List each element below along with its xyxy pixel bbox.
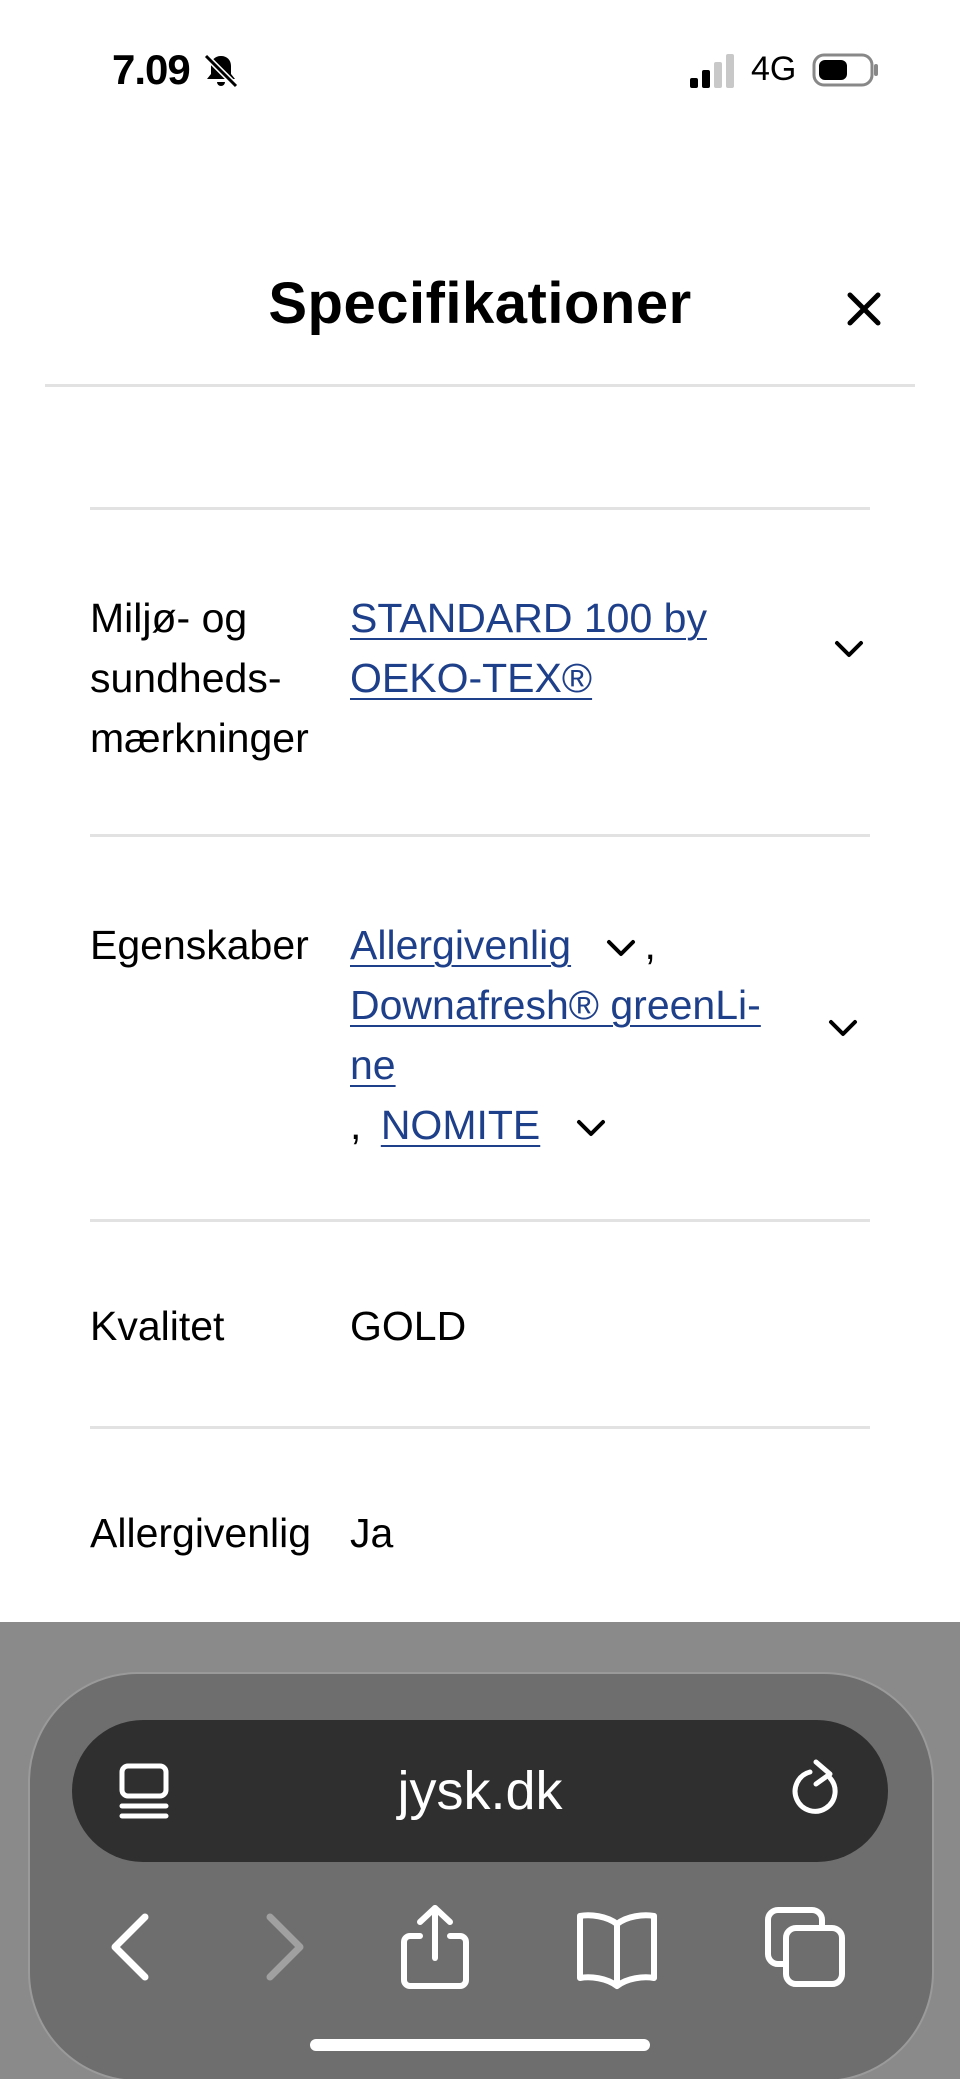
oeko-tex-link[interactable]: STANDARD 100 by [350,595,707,641]
spec-label-eco-labels: Miljø- og sundheds- mærkninger [90,588,340,768]
tabs-icon[interactable] [760,1902,850,1992]
status-bar: 7.09 4G [0,0,960,140]
label-line: mærkninger [90,715,309,761]
network-label: 4G [751,50,797,88]
address-bar[interactable]: jysk.dk [72,1720,888,1862]
spec-row-quality: Kvalitet GOLD [90,1219,870,1426]
nomite-link[interactable]: NOMITE [381,1102,540,1148]
label-line: sundheds- [90,655,282,701]
back-icon[interactable] [85,1902,175,1992]
close-icon[interactable] [840,285,888,333]
bell-slash-icon [203,53,239,89]
spec-value-properties: Allergivenlig , Downafresh® greenLi- ne … [350,915,820,1155]
spec-value-eco-labels: STANDARD 100 by OEKO-TEX® [350,588,707,708]
spec-label-properties: Egenskaber [90,922,309,968]
signal-icon [690,54,734,88]
spec-row-allergy-friendly: Allergivenlig Ja [90,1426,870,1633]
sheet-header: Specifikationer [45,245,915,387]
reload-icon[interactable] [786,1756,846,1822]
browser-chrome: jysk.dk [0,1622,960,2079]
home-indicator [310,2039,650,2051]
spec-label-allergy-friendly: Allergivenlig [90,1510,312,1556]
sheet-title: Specifikationer [268,271,692,336]
url-text: jysk.dk [397,1761,563,1821]
downafresh-link[interactable]: Downafresh® greenLi- [350,982,761,1028]
spec-value-quality: GOLD [350,1303,467,1349]
allergivenlig-link[interactable]: Allergivenlig [350,922,571,968]
downafresh-link-line2[interactable]: ne [350,1042,396,1088]
label-line: Miljø- og [90,595,248,641]
oeko-tex-link-line2[interactable]: OEKO-TEX® [350,655,592,701]
status-time: 7.09 [112,46,191,93]
spec-row-properties: Egenskaber Allergivenlig , Downafresh® g… [90,834,870,1219]
chevron-down-icon[interactable] [832,638,866,660]
spec-label-quality: Kvalitet [90,1303,225,1349]
forward-icon[interactable] [240,1902,330,1992]
separator: , [350,1102,362,1148]
spec-value-allergy-friendly: Ja [350,1510,394,1556]
chevron-down-icon[interactable] [604,937,638,959]
spec-table: Miljø- og sundheds- mærkninger STANDARD … [90,507,870,1633]
bookmarks-icon[interactable] [572,1902,662,1992]
battery-icon [812,53,878,87]
separator: , [644,922,656,968]
share-icon[interactable] [390,1902,480,1992]
chevron-down-icon[interactable] [826,1017,860,1039]
spec-row-eco-labels: Miljø- og sundheds- mærkninger STANDARD … [90,507,870,834]
chevron-down-icon[interactable] [574,1117,608,1139]
